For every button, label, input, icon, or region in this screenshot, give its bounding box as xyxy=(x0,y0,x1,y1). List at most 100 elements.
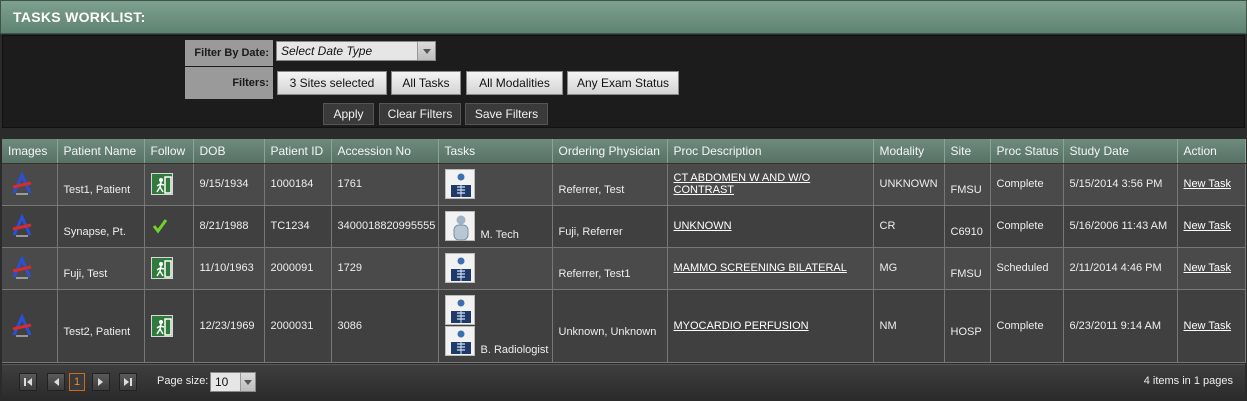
column-header-action[interactable]: Action xyxy=(1177,139,1246,164)
tasks-grid: Images Patient Name Follow DOB Patient I… xyxy=(2,139,1246,363)
column-header-patient-id[interactable]: Patient ID xyxy=(264,139,332,164)
column-header-proc-status[interactable]: Proc Status xyxy=(990,139,1064,164)
new-task-link-cell[interactable]: New Task xyxy=(1177,163,1246,206)
save-filters-button[interactable]: Save Filters xyxy=(465,103,548,125)
dob-cell: 8/21/1988 xyxy=(193,205,265,248)
table-row[interactable]: Fuji, Test 11/10/1963 2000091 1729 Referrer,… xyxy=(2,247,1246,290)
open-images-icon[interactable] xyxy=(10,171,34,196)
filter-panel: Filter By Date: Select Date Type Filters… xyxy=(2,35,1245,128)
column-header-site[interactable]: Site xyxy=(944,139,991,164)
proc-status-cell: Complete xyxy=(990,289,1064,363)
open-images-icon[interactable] xyxy=(10,213,34,238)
dob-cell-text: 8/21/1988 xyxy=(199,220,249,232)
proc-description-link-cell[interactable]: MYOCARDIO PERFUSION xyxy=(667,289,874,363)
follow-cell[interactable] xyxy=(144,247,194,290)
open-images-icon[interactable] xyxy=(10,255,34,280)
follow-cell[interactable] xyxy=(144,289,194,363)
tasks-cell[interactable]: B. Radiologist xyxy=(438,289,553,363)
tasks-filter-button[interactable]: All Tasks xyxy=(391,71,461,95)
column-header-tasks[interactable]: Tasks xyxy=(438,139,553,164)
xray-icon[interactable] xyxy=(444,169,475,199)
xray-icon[interactable] xyxy=(444,326,475,356)
proc-description-link-cell[interactable]: CT ABDOMEN W AND W/O CONTRAST xyxy=(667,163,874,206)
title-bar: TASKS WORKLIST: xyxy=(0,0,1247,34)
column-header-proc-description[interactable]: Proc Description xyxy=(667,139,874,164)
proc-description-link-cell[interactable]: MAMMO SCREENING BILATERAL xyxy=(667,247,874,290)
proc-description-link-cell[interactable]: UNKNOWN xyxy=(667,205,874,248)
open-images-icon[interactable] xyxy=(10,312,34,338)
patient-id-cell: TC1234 xyxy=(264,205,332,248)
column-header-dob[interactable]: DOB xyxy=(193,139,265,164)
next-page-button[interactable] xyxy=(92,373,110,391)
patient-name-cell-text: Test1, Patient xyxy=(63,184,131,196)
images-cell[interactable] xyxy=(2,247,58,290)
first-page-button[interactable] xyxy=(19,373,37,391)
column-header-patient-name[interactable]: Patient Name xyxy=(57,139,145,164)
date-type-select[interactable]: Select Date Type xyxy=(276,41,436,61)
accession-cell: 1729 xyxy=(331,247,439,290)
images-cell[interactable] xyxy=(2,289,58,363)
new-task-link[interactable]: New Task xyxy=(1184,178,1231,190)
tasks-cell[interactable]: M. Tech xyxy=(438,205,553,248)
check-icon[interactable] xyxy=(151,217,193,235)
tasks-cell[interactable] xyxy=(438,247,553,290)
prev-page-icon xyxy=(54,378,59,386)
filters-label: Filters: xyxy=(185,67,273,99)
proc-description-link[interactable]: UNKNOWN xyxy=(674,220,732,232)
chevron-down-icon[interactable] xyxy=(240,373,255,391)
column-header-follow[interactable]: Follow xyxy=(144,139,194,164)
follow-cell[interactable] xyxy=(144,205,194,248)
patient-id-cell-text: 2000091 xyxy=(270,262,314,274)
xray-icon[interactable] xyxy=(444,253,475,283)
prev-page-button[interactable] xyxy=(47,373,65,391)
column-header-accession-no[interactable]: Accession No xyxy=(331,139,439,164)
chevron-down-icon[interactable] xyxy=(417,42,435,60)
person-icon[interactable] xyxy=(444,211,475,241)
current-page-number[interactable]: 1 xyxy=(69,373,85,391)
new-task-link-cell[interactable]: New Task xyxy=(1177,289,1246,363)
column-header-images[interactable]: Images xyxy=(2,139,58,164)
proc-status-cell-text: Complete xyxy=(996,220,1044,232)
column-header-study-date[interactable]: Study Date xyxy=(1063,139,1178,164)
last-page-button[interactable] xyxy=(119,373,137,391)
grid-header-row: Images Patient Name Follow DOB Patient I… xyxy=(2,139,1246,164)
proc-description-link[interactable]: MYOCARDIO PERFUSION xyxy=(674,320,809,332)
modality-cell-text: CR xyxy=(879,220,896,232)
column-header-ordering-physician[interactable]: Ordering Physician xyxy=(552,139,668,164)
task-assignee: B. Radiologist xyxy=(480,344,549,356)
table-row[interactable]: Test2, Patient 12/23/1969 2000031 3086 B. Ra… xyxy=(2,289,1246,363)
accession-cell: 3400018820995555 xyxy=(331,205,439,248)
patient-name-cell: Test1, Patient xyxy=(57,163,145,206)
new-task-link[interactable]: New Task xyxy=(1184,320,1231,332)
exit-icon[interactable] xyxy=(150,314,173,337)
table-row[interactable]: Test1, Patient 9/15/1934 1000184 1761 Referr… xyxy=(2,163,1246,206)
apply-button[interactable]: Apply xyxy=(323,103,374,125)
new-task-link-cell[interactable]: New Task xyxy=(1177,247,1246,290)
sites-filter-button[interactable]: 3 Sites selected xyxy=(277,71,387,95)
xray-icon[interactable] xyxy=(444,295,475,325)
site-cell-text: HOSP xyxy=(950,325,982,338)
ordering-physician-cell: Fuji, Referrer xyxy=(552,205,668,248)
images-cell[interactable] xyxy=(2,163,58,206)
tasks-cell[interactable] xyxy=(438,163,553,206)
new-task-link[interactable]: New Task xyxy=(1184,262,1231,274)
proc-description-link[interactable]: CT ABDOMEN W AND W/O CONTRAST xyxy=(674,172,811,196)
study-date-cell-text: 5/15/2014 3:56 PM xyxy=(1069,178,1163,190)
table-row[interactable]: Synapse, Pt. 8/21/1988 TC1234 3400018820995… xyxy=(2,205,1246,248)
follow-cell[interactable] xyxy=(144,163,194,206)
exam-status-filter-button[interactable]: Any Exam Status xyxy=(567,71,679,95)
site-cell: HOSP xyxy=(944,289,991,363)
modalities-filter-button[interactable]: All Modalities xyxy=(466,71,563,95)
exit-icon[interactable] xyxy=(150,173,173,195)
images-cell[interactable] xyxy=(2,205,58,248)
dob-cell: 12/23/1969 xyxy=(193,289,265,363)
new-task-link[interactable]: New Task xyxy=(1184,220,1231,232)
clear-filters-button[interactable]: Clear Filters xyxy=(379,103,461,125)
exit-icon[interactable] xyxy=(150,257,173,279)
patient-id-cell: 2000031 xyxy=(264,289,332,363)
dob-cell-text: 12/23/1969 xyxy=(199,319,255,332)
column-header-modality[interactable]: Modality xyxy=(873,139,945,164)
proc-description-link[interactable]: MAMMO SCREENING BILATERAL xyxy=(674,262,847,274)
new-task-link-cell[interactable]: New Task xyxy=(1177,205,1246,248)
page-size-select[interactable]: 10 xyxy=(210,372,256,392)
